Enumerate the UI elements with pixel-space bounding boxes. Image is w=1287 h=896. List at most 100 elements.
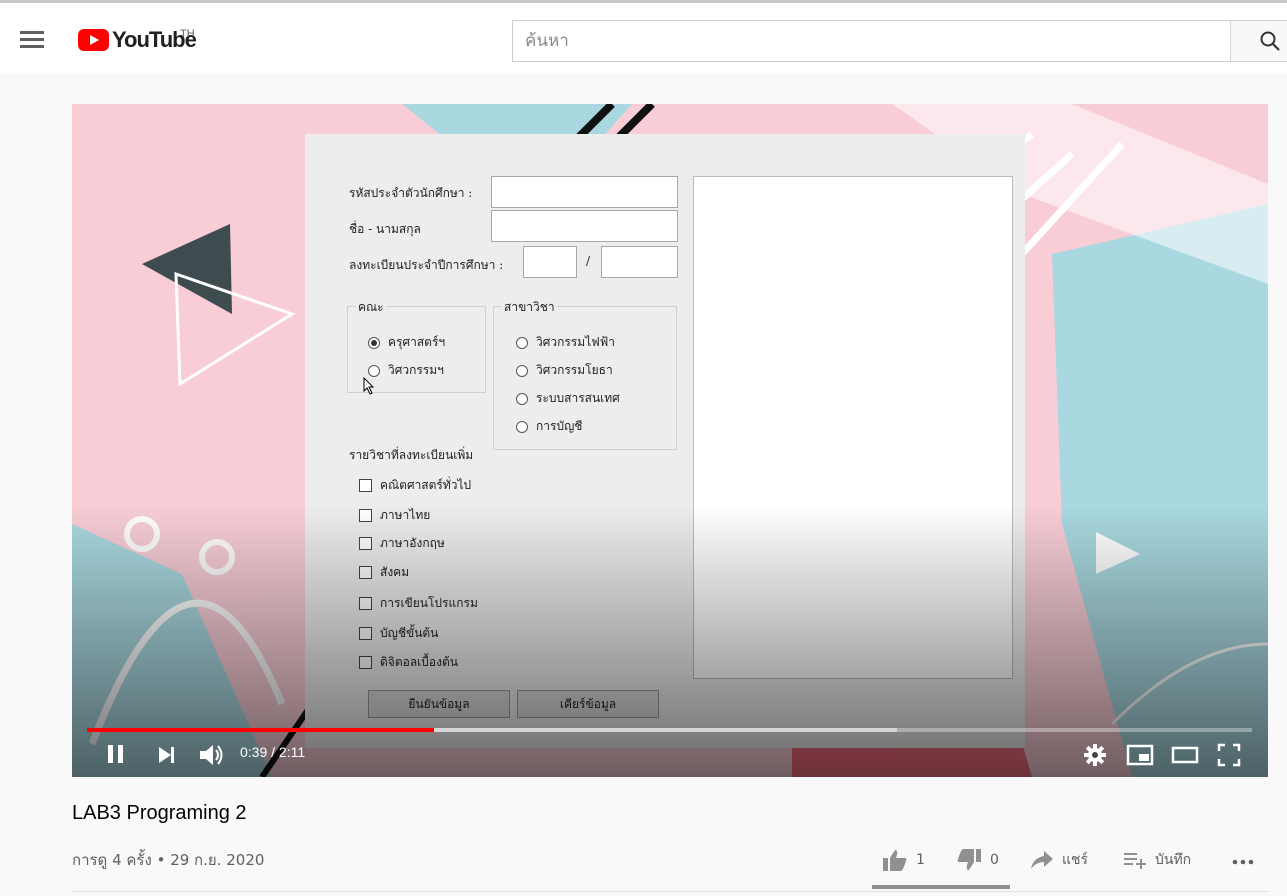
course-checkbox: ดิจิตอลเบื้องต้น [359,653,458,672]
current-time: 0:39 [240,744,268,760]
output-listbox [693,176,1013,679]
country-code: TH [180,28,195,40]
major-group: สาขาวิชา วิศวกรรมไฟฟ้า วิศวกรรมโยธา ระบบ… [493,298,677,450]
option-label: การบัญชี [536,419,583,433]
volume-icon [200,745,223,765]
name-field [491,210,678,242]
fullscreen-icon [1217,743,1241,767]
major-option: วิศวกรรมโยธา [516,361,613,380]
major-option: ระบบสารสนเทศ [516,389,620,408]
radio-icon [516,364,528,377]
major-option: การบัญชี [516,417,582,436]
radio-icon [368,364,380,377]
faculty-group-title: คณะ [356,298,386,317]
dislike-count: 0 [990,852,999,868]
youtube-play-icon [78,29,109,51]
course-label: สังคม [380,565,410,579]
save-button[interactable]: บันทึก [1123,846,1191,874]
course-checkbox: สังคม [359,563,409,582]
course-label: คณิตศาสตร์ทั่วไป [380,478,472,492]
search-input[interactable]: ค้นหา [512,20,1232,62]
settings-button[interactable] [1082,742,1108,768]
checkbox-icon [359,537,372,550]
checkbox-icon [359,656,372,669]
dislike-button[interactable]: 0 [956,846,999,874]
option-label: วิศวกรรมโยธา [536,363,613,377]
video-player[interactable]: รหัสประจำตัวนักศึกษา : ชื่อ - นามสกุล ลง… [72,104,1268,777]
course-label: การเขียนโปรแกรม [380,596,478,610]
checkbox-icon [359,627,372,640]
meta-separator: • [151,851,171,869]
next-button[interactable] [156,744,178,766]
thumbs-down-icon [957,849,981,870]
option-label: วิศวกรรมไฟฟ้า [536,335,615,349]
time-separator: / [267,744,279,760]
course-label: ดิจิตอลเบื้องต้น [380,655,458,669]
major-option: วิศวกรรมไฟฟ้า [516,333,615,352]
course-checkbox: บัญชีขั้นต้น [359,624,438,643]
year-field [601,246,678,278]
divider [72,891,1268,892]
miniplayer-icon [1126,744,1154,766]
course-checkbox: คณิตศาสตร์ทั่วไป [359,476,471,495]
faculty-option: วิศวกรรมฯ [368,361,444,380]
upload-date: 29 ก.ย. 2020 [170,851,265,869]
pause-button[interactable] [104,742,128,766]
search-icon [1260,31,1280,51]
term-field [523,246,577,278]
course-checkbox: การเขียนโปรแกรม [359,594,478,613]
more-horizontal-icon [1232,859,1254,865]
volume-button[interactable] [198,742,226,768]
faculty-option: ครุศาสตร์ฯ [368,333,445,352]
view-count: การดู 4 ครั้ง [72,851,152,869]
menu-icon[interactable] [14,25,50,55]
checkbox-icon [359,479,372,492]
form-window: รหัสประจำตัวนักศึกษา : ชื่อ - นามสกุล ลง… [305,134,1025,748]
option-label: วิศวกรรมฯ [388,363,444,377]
courses-label: รายวิชาที่ลงทะเบียนเพิ่ม [349,448,474,462]
slash-label: / [586,254,591,268]
sentiment-bar [872,885,1010,889]
checkbox-icon [359,597,372,610]
clear-button: เคียร์ข้อมูล [517,690,659,718]
share-icon [1031,851,1053,869]
progress-bar[interactable] [87,728,1252,732]
radio-icon [516,392,528,405]
student-id-label: รหัสประจำตัวนักศึกษา : [349,186,473,200]
duration: 2:11 [278,744,306,760]
played-bar [87,728,435,732]
like-button[interactable]: 1 [882,846,925,874]
youtube-logo[interactable]: YouTube [78,27,197,53]
save-label: บันทึก [1155,852,1192,868]
gear-icon [1084,744,1106,766]
checkbox-icon [359,566,372,579]
radio-icon [516,420,528,433]
course-label: ภาษาอังกฤษ [380,536,445,550]
course-label: ภาษาไทย [380,508,431,522]
theater-mode-icon [1171,746,1199,764]
course-checkbox: ภาษาอังกฤษ [359,534,445,553]
radio-icon [368,336,380,349]
option-label: ระบบสารสนเทศ [536,391,620,405]
like-count: 1 [916,852,925,868]
name-label: ชื่อ - นามสกุล [349,222,421,236]
time-display: 0:39 / 2:11 [240,744,305,760]
confirm-button: ยืนยันข้อมูล [368,690,510,718]
checkbox-icon [359,509,372,522]
video-meta: การดู 4 ครั้ง • 29 ก.ย. 2020 [72,848,264,872]
share-label: แชร์ [1062,852,1089,868]
course-label: บัญชีขั้นต้น [380,626,439,640]
share-button[interactable]: แชร์ [1030,846,1088,874]
mouse-cursor-icon [363,377,375,395]
video-title: LAB3 Programing 2 [72,802,247,824]
radio-icon [516,336,528,349]
search-button[interactable] [1230,20,1287,62]
option-label: ครุศาสตร์ฯ [388,335,446,349]
next-icon [159,747,174,763]
student-id-field [491,176,678,208]
theater-mode-button[interactable] [1171,744,1199,766]
miniplayer-button[interactable] [1126,744,1154,766]
more-actions-button[interactable] [1230,846,1256,874]
playlist-add-icon [1124,853,1146,869]
fullscreen-button[interactable] [1217,743,1241,767]
